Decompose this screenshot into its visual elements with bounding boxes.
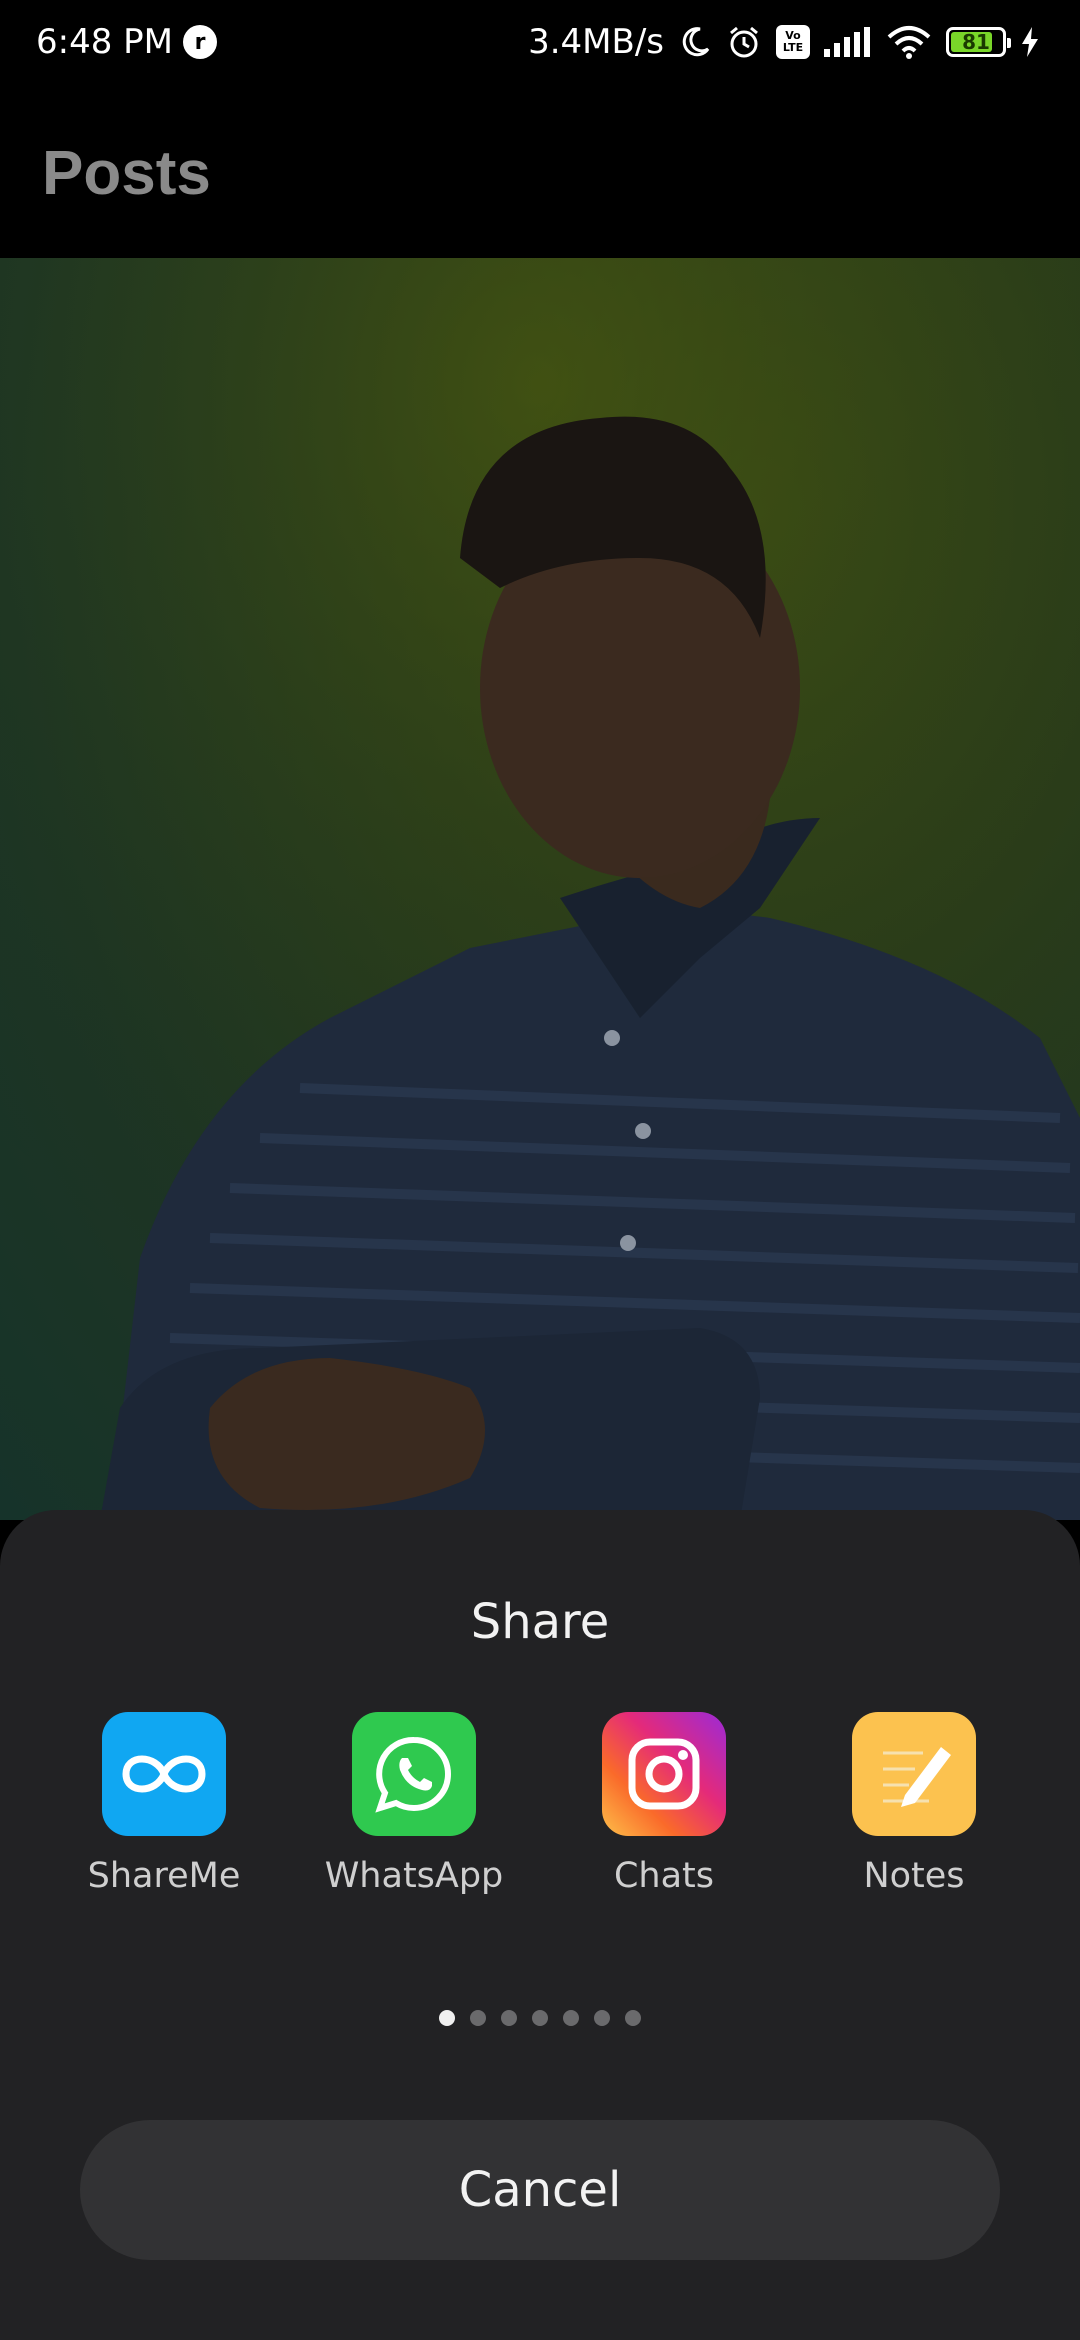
- alarm-icon: [726, 24, 762, 60]
- page-dot: [501, 2010, 517, 2026]
- page-dot: [470, 2010, 486, 2026]
- page-dot: [625, 2010, 641, 2026]
- page-dot: [439, 2010, 455, 2026]
- share-sheet: Share ShareMe WhatsApp Chats Notes Cance…: [0, 1510, 1080, 2340]
- page-indicator: [0, 2010, 1080, 2026]
- share-app-notes[interactable]: Notes: [804, 1712, 1024, 1896]
- volte-icon: Vo LTE: [776, 25, 810, 59]
- battery-level: 81: [962, 30, 990, 54]
- wifi-icon: [886, 25, 932, 59]
- charging-icon: [1020, 27, 1040, 57]
- cancel-button[interactable]: Cancel: [80, 2120, 1000, 2260]
- share-app-label: WhatsApp: [324, 1856, 504, 1896]
- whatsapp-icon[interactable]: [352, 1712, 476, 1836]
- instagram-icon[interactable]: [602, 1712, 726, 1836]
- status-left: 6:48 PM r: [36, 22, 217, 62]
- post-photo[interactable]: [0, 258, 1080, 1520]
- signal-icon: [824, 27, 872, 57]
- share-apps-row: ShareMe WhatsApp Chats Notes: [0, 1712, 1080, 1912]
- moon-icon: [678, 25, 712, 59]
- share-app-whatsapp[interactable]: WhatsApp: [304, 1712, 524, 1896]
- volte-bottom: LTE: [782, 41, 804, 54]
- notification-badge-icon: r: [183, 25, 217, 59]
- share-title: Share: [470, 1594, 610, 1650]
- battery-icon: 81: [946, 27, 1011, 57]
- share-app-shareme[interactable]: ShareMe: [54, 1712, 274, 1896]
- notes-icon[interactable]: [852, 1712, 976, 1836]
- page-dot: [563, 2010, 579, 2026]
- status-right: 3.4MB/s Vo LTE 81: [528, 22, 1040, 62]
- share-app-label: Notes: [863, 1856, 965, 1896]
- page-dot: [594, 2010, 610, 2026]
- shareme-icon[interactable]: [102, 1712, 226, 1836]
- app-bar: Posts: [0, 88, 1080, 258]
- post-photo-illustration: [0, 258, 1080, 1520]
- page-dot: [532, 2010, 548, 2026]
- share-app-chats[interactable]: Chats: [554, 1712, 774, 1896]
- share-app-label: ShareMe: [87, 1856, 241, 1896]
- status-bar: 6:48 PM r 3.4MB/s Vo LTE 81: [0, 0, 1080, 88]
- page-title: Posts: [42, 139, 211, 208]
- status-time: 6:48 PM: [36, 22, 173, 62]
- network-speed: 3.4MB/s: [528, 22, 664, 62]
- share-app-label: Chats: [613, 1856, 715, 1896]
